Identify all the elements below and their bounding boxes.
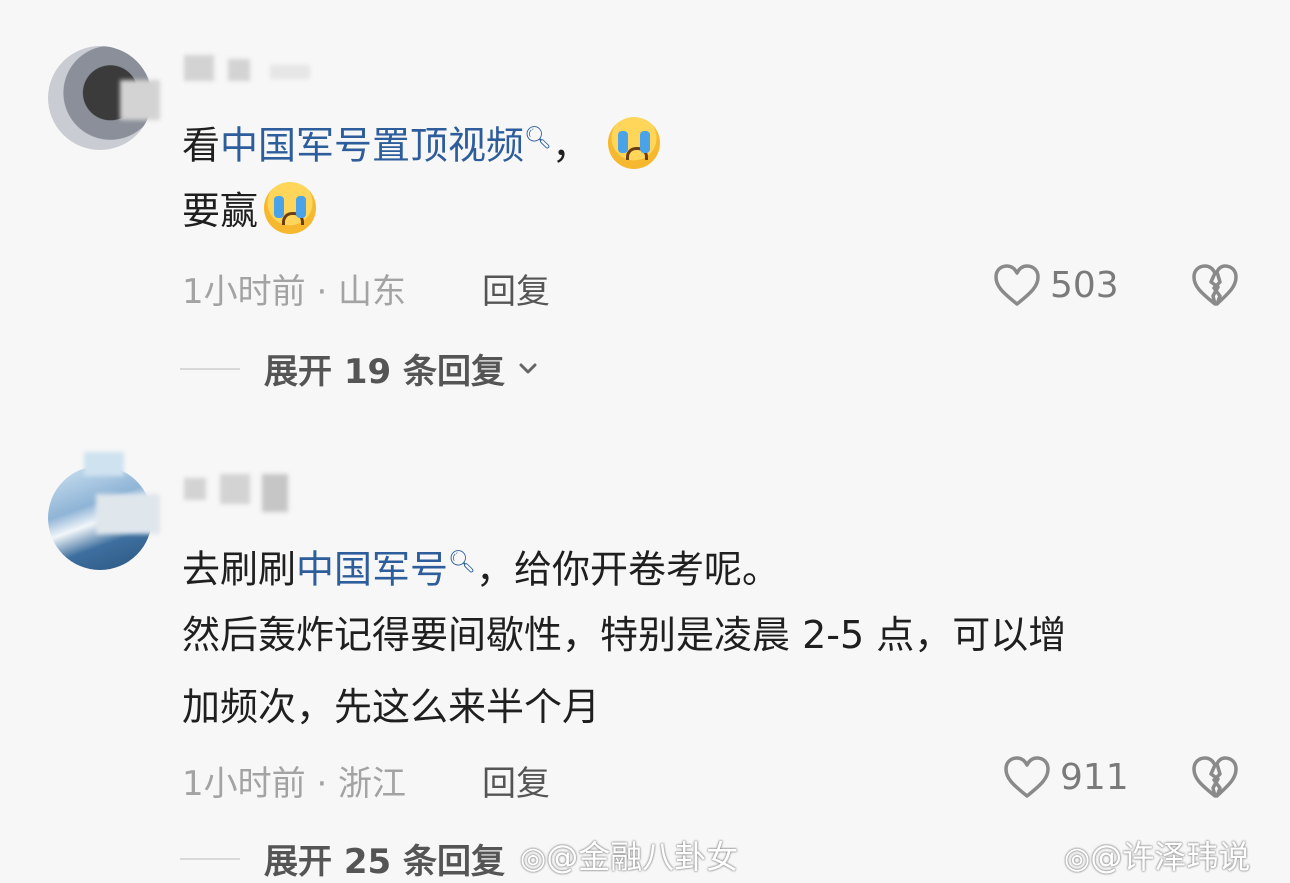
time-location: 1小时前 · 山东: [182, 272, 407, 312]
expand-replies-button[interactable]: 展开 25 条回复: [180, 834, 505, 883]
expand-replies-button[interactable]: 展开 19 条回复: [180, 344, 543, 393]
search-link[interactable]: 中国军号: [296, 548, 448, 592]
reply-button[interactable]: 回复: [482, 264, 550, 313]
heart-icon: [994, 264, 1040, 306]
like-button[interactable]: 911: [1002, 754, 1129, 800]
comment-text-suffix: ，给你开卷考呢。: [475, 547, 780, 592]
search-icon[interactable]: 🔍︎: [448, 550, 476, 575]
search-icon[interactable]: 🔍︎: [524, 126, 552, 151]
crying-face-icon: [264, 182, 317, 234]
comment-text-prefix: 去刷刷: [182, 547, 297, 592]
watermark: ◎@金融八卦女: [520, 832, 738, 878]
comment-text-suffix: ，: [551, 123, 590, 168]
like-count: 503: [1050, 264, 1119, 306]
like-button[interactable]: 503: [992, 262, 1119, 308]
broken-heart-icon: [1192, 264, 1238, 306]
watermark-text: @金融八卦女: [546, 838, 739, 876]
divider-line: [180, 367, 240, 370]
expand-replies-label: 展开 19 条回复: [264, 352, 505, 392]
like-count: 911: [1060, 756, 1129, 798]
comment-text-line3: 加频次，先这么来半个月: [182, 685, 601, 729]
comment-text-line2-content: 要赢: [182, 189, 259, 233]
dislike-button[interactable]: [1190, 262, 1240, 312]
weibo-logo-icon: ◎: [520, 841, 547, 876]
avatar-blur: [96, 494, 160, 534]
weibo-logo-icon: ◎: [1064, 841, 1091, 876]
comment-text-line2: 要赢: [182, 182, 317, 240]
reply-button[interactable]: 回复: [482, 756, 550, 805]
dislike-button[interactable]: [1190, 754, 1240, 804]
expand-replies-label: 展开 25 条回复: [264, 842, 505, 882]
divider-line: [180, 857, 240, 860]
watermark-text: @许泽玮说: [1090, 838, 1251, 876]
crying-face-icon: [608, 116, 661, 169]
avatar-blur: [120, 80, 160, 120]
watermark: ◎@许泽玮说: [1064, 832, 1250, 878]
time-location: 1小时前 · 浙江: [182, 764, 407, 804]
broken-heart-icon: [1192, 756, 1238, 798]
heart-icon: [1004, 756, 1050, 798]
comment-text: 去刷刷中国军号🔍︎，给你开卷考呢。: [182, 534, 780, 599]
chevron-down-icon: [519, 363, 537, 373]
avatar-blur: [84, 452, 124, 476]
comment-text-line2: 然后轰炸记得要间歇性，特别是凌晨 2-5 点，可以增: [182, 613, 1067, 657]
comment-text-prefix: 看: [182, 123, 221, 168]
search-link[interactable]: 中国军号置顶视频: [220, 124, 524, 168]
comment-text: 看中国军号置顶视频🔍︎，: [182, 110, 661, 175]
